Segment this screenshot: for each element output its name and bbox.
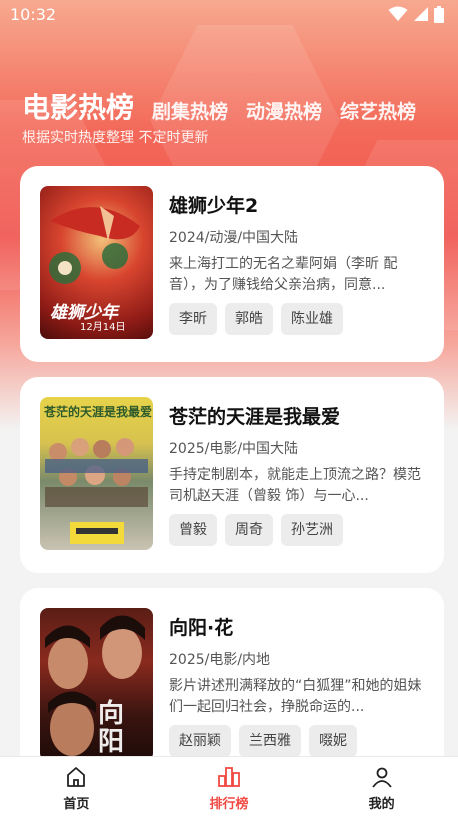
battery-icon — [434, 5, 444, 23]
cast-tag[interactable]: 周奇 — [225, 514, 273, 546]
tab-variety-ranking[interactable]: 综艺热榜 — [340, 97, 416, 126]
nav-home[interactable]: 首页 — [16, 765, 136, 812]
tab-movie-ranking[interactable]: 电影热榜 — [22, 86, 134, 126]
nav-profile-label: 我的 — [368, 797, 395, 812]
nav-home-label: 首页 — [63, 797, 90, 812]
movie-description: 手持定制剧本，就能走上顶流之路？模范司机赵天涯（曾毅 饰）与一心... — [169, 467, 421, 504]
cast-tags: 曾毅 周奇 孙艺洲 — [169, 514, 343, 546]
movie-card[interactable]: 向阳 向阳·花 2025/电影/内地 影片讲述刑满释放的“白狐狸”和她的姐妹们一… — [20, 588, 444, 784]
poster-title-art: 向阳 — [98, 699, 125, 757]
cast-tag[interactable]: 陈业雄 — [281, 303, 343, 335]
nav-ranking-label: 排行榜 — [209, 797, 249, 812]
status-time: 10:32 — [10, 4, 57, 24]
movie-description: 影片讲述刑满释放的“白狐狸”和她的姐妹们一起回归社会，挣脱命运的... — [169, 678, 422, 715]
cast-tag[interactable]: 赵丽颖 — [169, 725, 231, 757]
cast-tag[interactable]: 孙艺洲 — [281, 514, 343, 546]
poster-image: 雄狮少年 12月14日 — [40, 186, 153, 339]
category-tabs: 电影热榜 剧集热榜 动漫热榜 综艺热榜 — [22, 86, 458, 126]
cast-tags: 赵丽颖 兰西雅 啜妮 — [169, 725, 357, 757]
cast-tag[interactable]: 李昕 — [169, 303, 217, 335]
ranking-subtitle-text: 根据实时热度整理 不定时更新 — [22, 130, 209, 144]
cast-tag[interactable]: 兰西雅 — [239, 725, 301, 757]
faces-artwork — [45, 615, 145, 756]
movie-meta: 2025/电影/中国大陆 — [169, 441, 299, 457]
cast-tag[interactable]: 啜妮 — [309, 725, 357, 757]
poster-release-date: 12月14日 — [80, 322, 126, 333]
nav-ranking[interactable]: 排行榜 — [169, 765, 289, 812]
movie-description: 来上海打工的无名之辈阿娟（李昕 配音），为了赚钱给父亲治病，同意... — [169, 256, 398, 293]
ranking-subtitle: 根据实时热度整理 不定时更新 — [22, 126, 208, 144]
poster-image: 苍茫的天涯是我最爱 — [40, 397, 153, 550]
movie-title: 向阳·花 — [169, 617, 234, 639]
status-bar: 10:32 — [0, 0, 458, 28]
ranking-icon — [218, 767, 240, 787]
movie-title: 苍茫的天涯是我最爱 — [169, 406, 341, 428]
bottom-navigation: 首页 排行榜 我的 — [0, 756, 458, 820]
poster-image: 向阳 — [40, 608, 153, 761]
movie-meta: 2025/电影/内地 — [169, 652, 271, 668]
poster-title-art: 苍茫的天涯是我最爱 — [44, 405, 153, 419]
cast-tag[interactable]: 曾毅 — [169, 514, 217, 546]
movie-meta: 2024/动漫/中国大陆 — [169, 230, 299, 246]
status-icons — [388, 5, 444, 23]
wifi-icon — [388, 6, 408, 21]
tab-anime-ranking[interactable]: 动漫热榜 — [246, 97, 322, 126]
tab-series-ranking[interactable]: 剧集热榜 — [152, 97, 228, 126]
user-icon — [371, 767, 392, 788]
cellular-signal-icon — [414, 7, 428, 21]
nav-profile[interactable]: 我的 — [322, 765, 442, 812]
home-icon — [67, 767, 86, 787]
movie-card[interactable]: 苍茫的天涯是我最爱 苍茫的天涯是我最爱 2025/电影/中国大陆 手持定制剧本，… — [20, 377, 444, 573]
cast-tag[interactable]: 郭皓 — [225, 303, 273, 335]
movie-title: 雄狮少年2 — [169, 195, 259, 217]
movie-card[interactable]: 雄狮少年 12月14日 雄狮少年2 2024/动漫/中国大陆 来上海打工的无名之… — [20, 166, 444, 362]
cast-tags: 李昕 郭皓 陈业雄 — [169, 303, 343, 335]
